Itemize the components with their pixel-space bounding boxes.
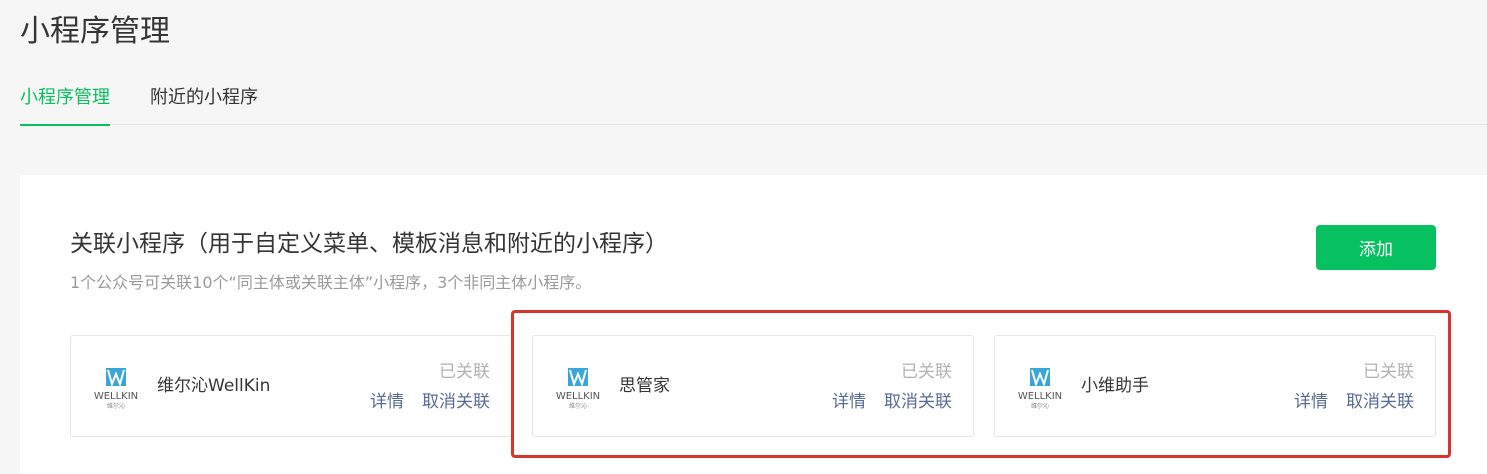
tab-miniprogram-management[interactable]: 小程序管理 <box>20 78 110 126</box>
logo-sub-text: 维尔沁 <box>1031 402 1049 410</box>
card-name: 小维助手 <box>1081 376 1149 396</box>
page-title: 小程序管理 <box>20 14 170 49</box>
miniprogram-card: WELLKIN 维尔沁 小维助手 已关联 详情 取消关联 <box>994 335 1436 437</box>
card-name: 维尔沁WellKin <box>157 376 271 396</box>
status-label: 已关联 <box>439 362 490 382</box>
section-title: 关联小程序（用于自定义菜单、模板消息和附近的小程序） <box>70 231 668 257</box>
card-name: 思管家 <box>619 376 670 396</box>
linked-miniprograms-panel: 关联小程序（用于自定义菜单、模板消息和附近的小程序） 1个公众号可关联10个“同… <box>20 175 1487 474</box>
status-label: 已关联 <box>901 362 952 382</box>
unlink-link[interactable]: 取消关联 <box>422 390 490 414</box>
add-button[interactable]: 添加 <box>1316 225 1436 270</box>
wellkin-logo-icon: WELLKIN 维尔沁 <box>1018 368 1062 410</box>
tab-bar: 小程序管理 附近的小程序 <box>20 78 1487 126</box>
detail-link[interactable]: 详情 <box>832 390 866 414</box>
miniprogram-card: WELLKIN 维尔沁 维尔沁WellKin 已关联 详情 取消关联 <box>70 335 512 437</box>
unlink-link[interactable]: 取消关联 <box>1346 390 1414 414</box>
wellkin-logo-icon: WELLKIN 维尔沁 <box>94 368 138 410</box>
logo-brand-text: WELLKIN <box>1018 391 1062 402</box>
status-label: 已关联 <box>1363 362 1414 382</box>
card-actions: 详情 取消关联 <box>832 390 952 414</box>
tab-nearby-miniprograms[interactable]: 附近的小程序 <box>150 78 258 125</box>
card-actions: 详情 取消关联 <box>370 390 490 414</box>
wellkin-logo-icon: WELLKIN 维尔沁 <box>556 368 600 410</box>
section-description: 1个公众号可关联10个“同主体或关联主体”小程序，3个非同主体小程序。 <box>70 273 592 292</box>
logo-sub-text: 维尔沁 <box>107 402 125 410</box>
card-actions: 详情 取消关联 <box>1294 390 1414 414</box>
logo-brand-text: WELLKIN <box>94 391 138 402</box>
detail-link[interactable]: 详情 <box>1294 390 1328 414</box>
unlink-link[interactable]: 取消关联 <box>884 390 952 414</box>
miniprogram-card: WELLKIN 维尔沁 思管家 已关联 详情 取消关联 <box>532 335 974 437</box>
detail-link[interactable]: 详情 <box>370 390 404 414</box>
logo-sub-text: 维尔沁 <box>569 402 587 410</box>
logo-brand-text: WELLKIN <box>556 391 600 402</box>
